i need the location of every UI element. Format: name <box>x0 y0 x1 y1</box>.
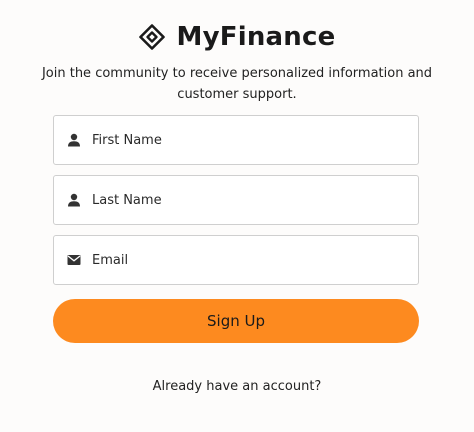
login-link[interactable]: Already have an account? <box>0 379 474 394</box>
email-field[interactable] <box>53 235 419 285</box>
brand-name: MyFinance <box>176 22 336 52</box>
sign-up-button[interactable]: Sign Up <box>53 299 419 343</box>
email-input[interactable] <box>92 252 392 268</box>
last-name-input[interactable] <box>92 192 392 208</box>
user-icon <box>66 193 81 208</box>
brand-header: MyFinance <box>0 18 474 56</box>
diamond-logo-icon <box>138 24 165 50</box>
first-name-field[interactable] <box>53 115 419 165</box>
tagline: Join the community to receive personaliz… <box>41 66 433 102</box>
last-name-field[interactable] <box>53 175 419 225</box>
envelope-icon <box>66 253 81 268</box>
user-icon <box>66 133 81 148</box>
first-name-input[interactable] <box>92 132 392 148</box>
